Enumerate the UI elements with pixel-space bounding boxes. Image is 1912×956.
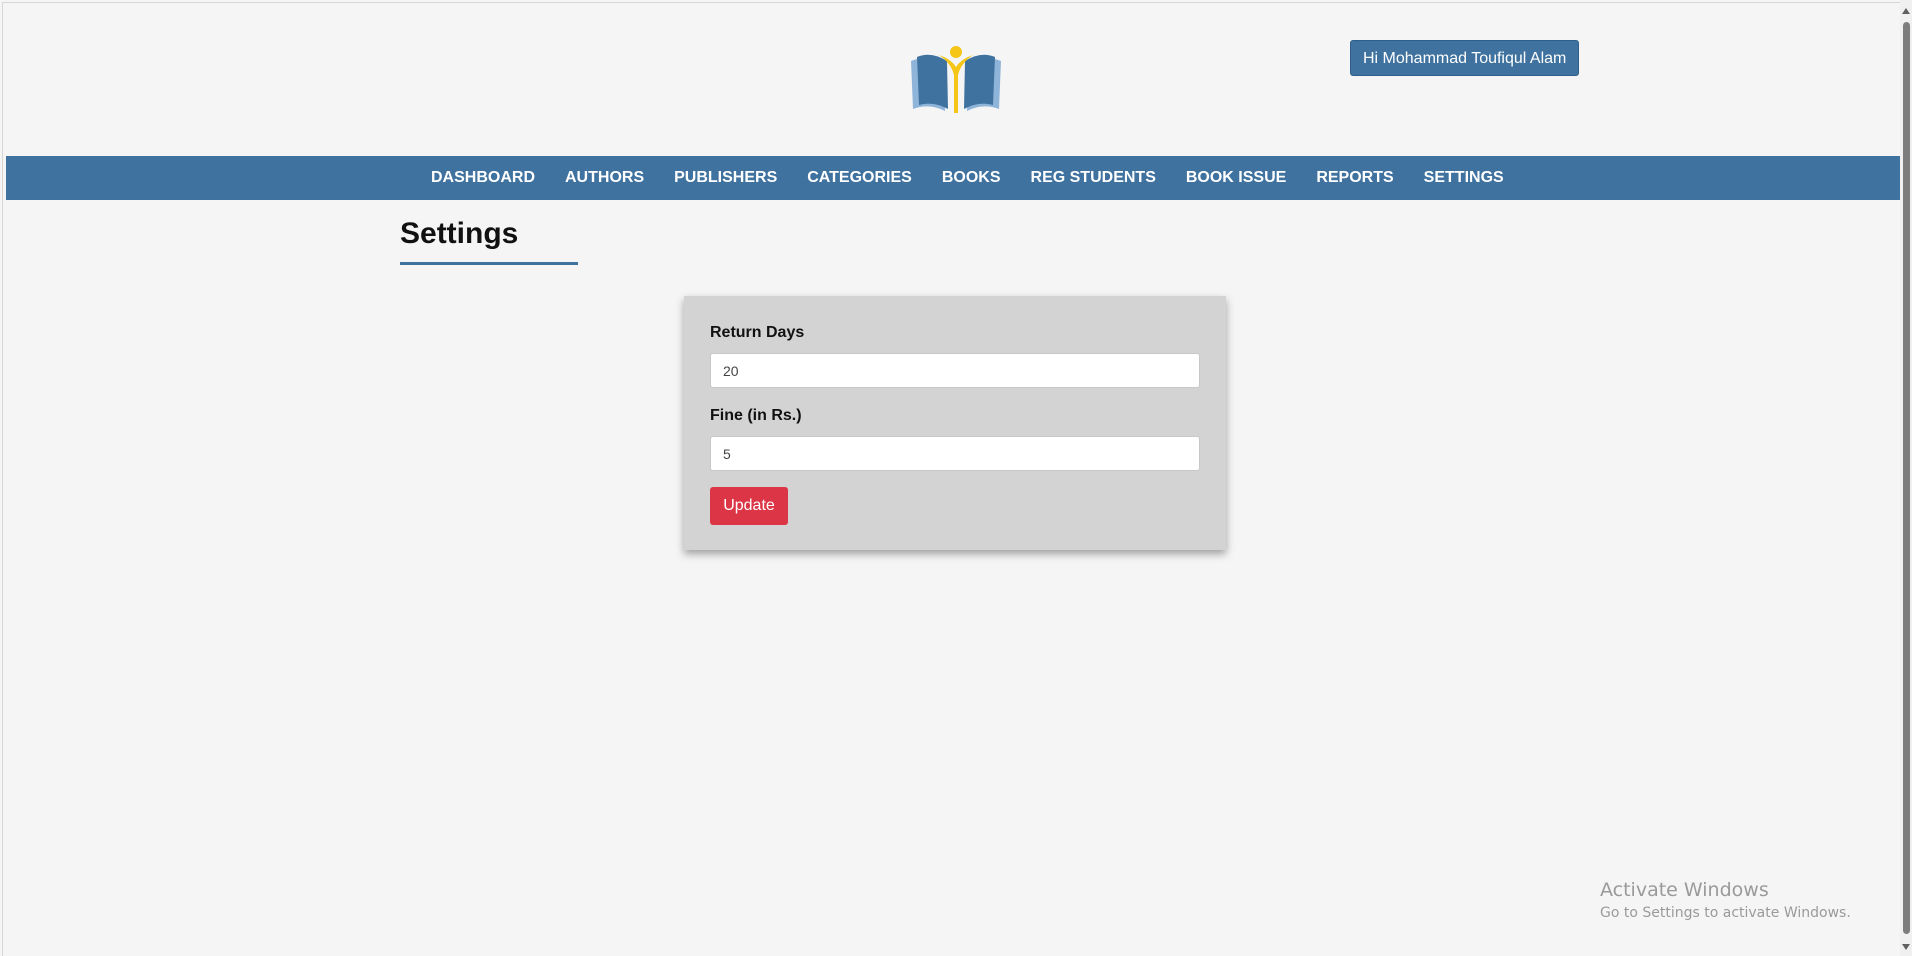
nav-item-books[interactable]: BOOKS	[927, 156, 1016, 200]
app-window: Hi Mohammad Toufiqul Alam DASHBOARD AUTH…	[2, 2, 1903, 956]
scroll-thumb[interactable]	[1903, 22, 1910, 934]
nav-item-categories[interactable]: CATEGORIES	[792, 156, 927, 200]
nav-item-settings[interactable]: SETTINGS	[1409, 156, 1519, 200]
fine-input[interactable]	[710, 436, 1200, 471]
update-button[interactable]: Update	[710, 487, 788, 525]
nav-item-book-issue[interactable]: BOOK ISSUE	[1171, 156, 1301, 200]
return-days-input[interactable]	[710, 353, 1200, 388]
activate-windows-watermark: Activate Windows Go to Settings to activ…	[1600, 879, 1851, 921]
main-navbar: DASHBOARD AUTHORS PUBLISHERS CATEGORIES …	[6, 156, 1903, 200]
user-greeting-button[interactable]: Hi Mohammad Toufiqul Alam	[1350, 40, 1580, 76]
scroll-up-icon[interactable]	[1902, 8, 1910, 14]
nav-item-reg-students[interactable]: REG STUDENTS	[1016, 156, 1171, 200]
activate-windows-title: Activate Windows	[1600, 879, 1769, 901]
nav-menu: DASHBOARD AUTHORS PUBLISHERS CATEGORIES …	[416, 156, 1519, 200]
nav-item-publishers[interactable]: PUBLISHERS	[659, 156, 792, 200]
scroll-down-icon[interactable]	[1902, 944, 1910, 950]
library-logo	[911, 46, 1001, 113]
page-title: Settings	[400, 217, 519, 250]
return-days-label: Return Days	[710, 324, 805, 341]
fine-label: Fine (in Rs.)	[710, 407, 802, 424]
activate-windows-subtitle: Go to Settings to activate Windows.	[1600, 905, 1851, 921]
settings-form-card: Return Days Fine (in Rs.) Update	[684, 296, 1226, 550]
nav-item-reports[interactable]: REPORTS	[1301, 156, 1408, 200]
vertical-scrollbar[interactable]	[1900, 0, 1912, 956]
nav-item-authors[interactable]: AUTHORS	[550, 156, 659, 200]
title-underline	[400, 262, 578, 265]
nav-item-dashboard[interactable]: DASHBOARD	[416, 156, 550, 200]
